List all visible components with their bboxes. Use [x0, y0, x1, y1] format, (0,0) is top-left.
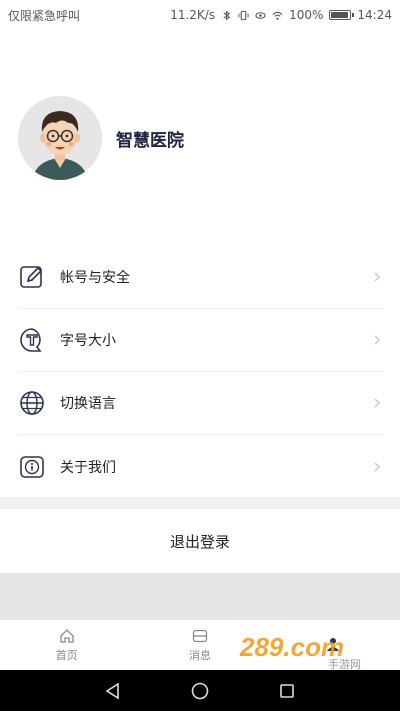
wifi-icon [272, 11, 283, 20]
menu-label-about-us: 关于我们 [60, 459, 116, 476]
avatar-illustration [18, 96, 102, 180]
bluetooth-icon [223, 10, 231, 20]
menu-item-about-us[interactable]: 关于我们 [18, 435, 384, 498]
message-icon [191, 627, 209, 645]
logout-button[interactable]: 退出登录 [0, 509, 400, 573]
home-button[interactable] [188, 679, 212, 703]
globe-icon [18, 389, 46, 417]
home-icon [58, 627, 76, 645]
status-bar: 仅限紧急呼叫 11.2K/s 100% 14:24 [0, 0, 400, 30]
avatar[interactable] [18, 96, 102, 180]
back-triangle-icon [105, 682, 120, 699]
settings-menu: 帐号与安全 字号大小 切换语言 关于我们 [18, 246, 384, 498]
tab-label-home: 首页 [55, 649, 78, 662]
menu-label-font-size: 字号大小 [60, 333, 116, 349]
menu-item-account-security[interactable]: 帐号与安全 [18, 246, 384, 309]
eye-comfort-icon [255, 11, 266, 19]
clock: 14:24 [357, 8, 392, 22]
chevron-right-icon [370, 460, 384, 474]
home-circle-icon [191, 682, 209, 699]
tab-home[interactable]: 首页 [0, 620, 133, 670]
battery-fill [331, 12, 349, 18]
emergency-call-text: 仅限紧急呼叫 [8, 8, 81, 23]
tab-label-messages: 消息 [188, 649, 211, 662]
chevron-right-icon [370, 270, 384, 284]
back-button[interactable] [101, 679, 125, 703]
system-navigation-bar [0, 670, 400, 711]
watermark-subtext: 手游网 [328, 657, 361, 670]
empty-area [0, 573, 400, 619]
info-icon [18, 453, 46, 481]
chevron-right-icon [370, 396, 384, 410]
menu-label-account-security: 帐号与安全 [60, 270, 130, 286]
menu-item-switch-language[interactable]: 切换语言 [18, 372, 384, 435]
menu-item-font-size[interactable]: 字号大小 [18, 309, 384, 372]
font-size-icon [18, 326, 46, 354]
vibrate-icon [238, 10, 249, 20]
status-icons: 11.2K/s 100% 14:24 [170, 8, 392, 22]
recents-button[interactable] [275, 679, 299, 703]
edit-icon [18, 263, 46, 291]
battery-icon [329, 10, 355, 20]
chevron-right-icon [370, 333, 384, 347]
network-speed: 11.2K/s [170, 8, 216, 22]
profile-name: 智慧医院 [116, 130, 184, 151]
recents-square-icon [279, 683, 294, 698]
profile-header[interactable]: 智慧医院 [18, 96, 184, 180]
watermark-logo: 289.com 手游网 [239, 632, 361, 670]
battery-percentage: 100% [289, 8, 324, 22]
menu-label-switch-language: 切换语言 [60, 396, 116, 412]
section-divider [0, 497, 400, 509]
